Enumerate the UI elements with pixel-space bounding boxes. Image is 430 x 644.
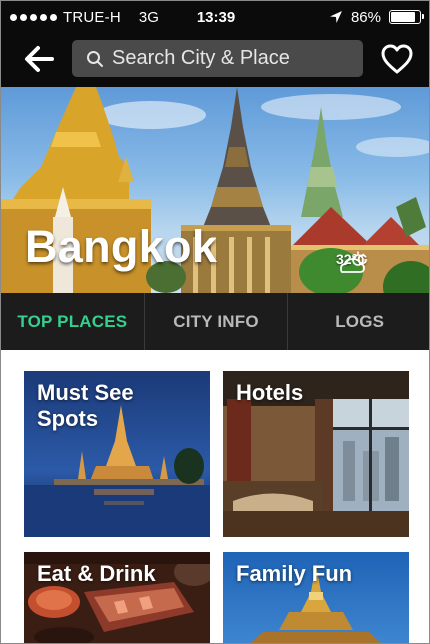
- search-input[interactable]: Search City & Place: [72, 40, 363, 77]
- status-bar: TRUE-H 3G 13:39 86%: [1, 1, 429, 33]
- category-card-hotels[interactable]: Hotels: [223, 371, 409, 537]
- battery-level: [391, 12, 416, 22]
- section-tabs: TOP PLACES CITY INFO LOGS: [1, 293, 429, 350]
- category-card-family-fun[interactable]: Family Fun: [223, 552, 409, 643]
- search-placeholder: Search City & Place: [112, 47, 290, 69]
- weather-widget: 32°C: [336, 251, 368, 273]
- category-title: Hotels: [236, 380, 304, 405]
- category-card-must-see-spots[interactable]: Must See Spots: [24, 371, 210, 537]
- category-title: Eat & Drink: [37, 561, 156, 586]
- tab-city-info[interactable]: CITY INFO: [145, 293, 289, 350]
- arrow-left-icon: [25, 46, 54, 72]
- network-type: 3G: [138, 8, 159, 26]
- category-title: Must See Spots: [37, 380, 134, 432]
- location-arrow-icon: [329, 11, 342, 23]
- battery-percent: 86%: [350, 8, 381, 26]
- tab-top-places[interactable]: TOP PLACES: [1, 293, 145, 350]
- category-title: Family Fun: [236, 561, 353, 586]
- category-grid: Must See Spots Hotels Eat & Drink Family…: [1, 350, 429, 643]
- city-name: Bangkok: [25, 221, 218, 272]
- signal-strength-icon: [10, 13, 57, 21]
- city-hero-banner: Bangkok 32°C: [1, 87, 429, 293]
- tab-logs[interactable]: LOGS: [288, 293, 429, 350]
- heart-icon: [381, 44, 413, 74]
- cloud-sun-icon: [340, 251, 368, 273]
- phone-screen: TRUE-H 3G 13:39 86% Search City & Place: [0, 0, 430, 644]
- carrier-name: TRUE-H: [63, 8, 121, 26]
- search-icon: [87, 51, 103, 67]
- battery-icon: [389, 10, 424, 24]
- category-card-eat-and-drink[interactable]: Eat & Drink: [24, 552, 210, 643]
- favorite-button[interactable]: [380, 43, 414, 75]
- back-button[interactable]: [21, 41, 57, 77]
- navigation-bar: Search City & Place: [1, 33, 429, 87]
